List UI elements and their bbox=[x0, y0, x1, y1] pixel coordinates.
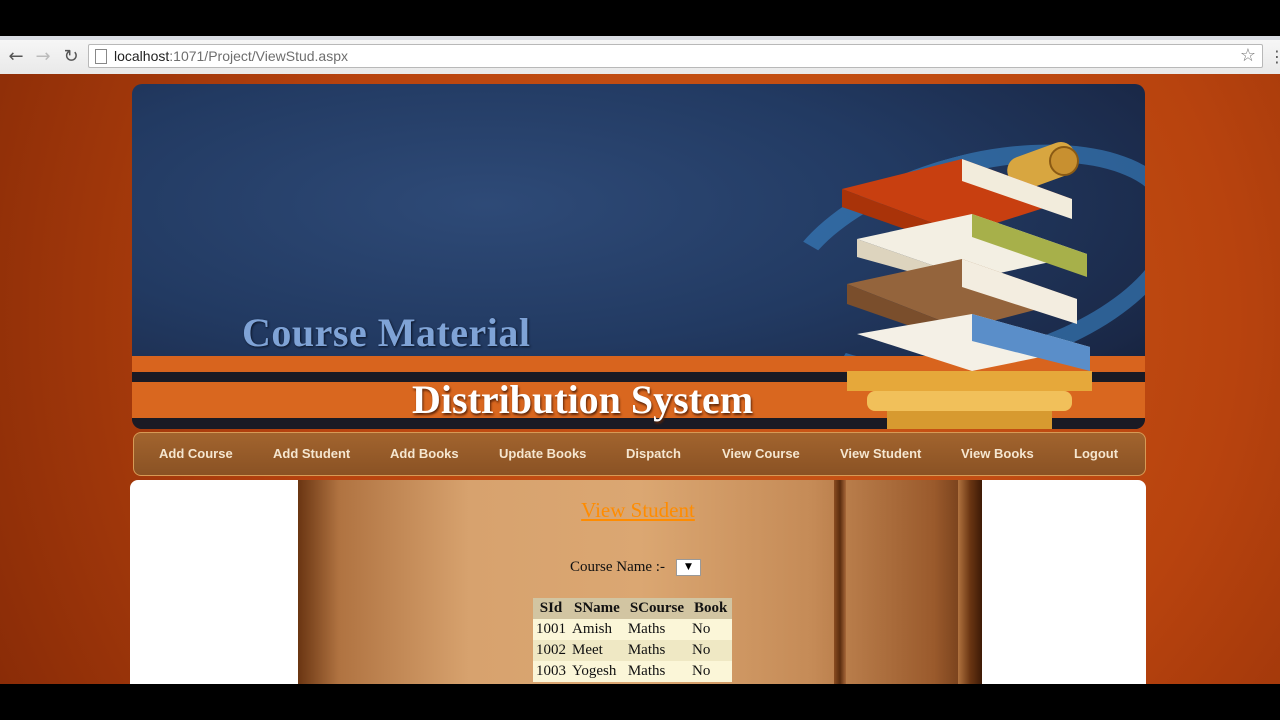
site-banner: Course Material Distribution System bbox=[132, 84, 1145, 429]
url-host: localhost bbox=[114, 48, 170, 64]
back-arrow-icon[interactable]: ← bbox=[5, 46, 27, 68]
table-cell: 1002 bbox=[533, 640, 569, 661]
menu-view-course[interactable]: View Course bbox=[722, 446, 800, 461]
address-bar[interactable]: localhost:1071/Project/ViewStud.aspx ☆ bbox=[88, 44, 1263, 68]
column-header: SCourse bbox=[624, 598, 689, 619]
bookmark-star-icon[interactable]: ☆ bbox=[1240, 45, 1256, 66]
book-stack-illustration bbox=[842, 141, 1092, 429]
forward-arrow-icon[interactable]: → bbox=[32, 46, 54, 68]
table-row: 1001 Amish Maths No bbox=[533, 619, 733, 640]
menu-add-student[interactable]: Add Student bbox=[273, 446, 350, 461]
table-cell: Maths bbox=[624, 619, 689, 640]
menu-view-books[interactable]: View Books bbox=[961, 446, 1034, 461]
browser-menu-icon[interactable]: ⋮ bbox=[1269, 47, 1280, 66]
table-cell: Meet bbox=[569, 640, 625, 661]
column-header: Book bbox=[689, 598, 733, 619]
course-name-dropdown[interactable]: ▼ bbox=[676, 559, 701, 576]
window-bottom-bar bbox=[0, 684, 1280, 720]
table-cell: Maths bbox=[624, 661, 689, 682]
table-row: 1002 Meet Maths No bbox=[533, 640, 733, 661]
table-cell: No bbox=[689, 640, 733, 661]
menu-dispatch[interactable]: Dispatch bbox=[626, 446, 681, 461]
menu-logout[interactable]: Logout bbox=[1074, 446, 1118, 461]
chevron-down-icon: ▼ bbox=[685, 562, 692, 572]
content-panel: View Student Course Name :- ▼ SId SName … bbox=[130, 480, 1146, 684]
url-path: :1071/Project/ViewStud.aspx bbox=[169, 48, 349, 64]
banner-title-line2: Distribution System bbox=[412, 377, 754, 422]
table-row: 1003 Yogesh Maths No bbox=[533, 661, 733, 682]
table-cell: Maths bbox=[624, 640, 689, 661]
page-title[interactable]: View Student bbox=[130, 498, 1146, 523]
menu-add-books[interactable]: Add Books bbox=[390, 446, 459, 461]
table-cell: 1003 bbox=[533, 661, 569, 682]
table-cell: Yogesh bbox=[569, 661, 625, 682]
column-header: SName bbox=[569, 598, 625, 619]
url-text: localhost:1071/Project/ViewStud.aspx bbox=[114, 48, 348, 64]
table-cell: Amish bbox=[569, 619, 625, 640]
reload-icon[interactable]: ↻ bbox=[60, 46, 82, 68]
column-header: SId bbox=[533, 598, 569, 619]
course-name-label: Course Name :- bbox=[570, 559, 665, 575]
banner-title-line1: Course Material bbox=[242, 310, 531, 355]
menu-update-books[interactable]: Update Books bbox=[499, 446, 586, 461]
window-top-bar bbox=[0, 0, 1280, 36]
table-cell: No bbox=[689, 619, 733, 640]
table-cell: 1001 bbox=[533, 619, 569, 640]
page-icon bbox=[95, 49, 107, 64]
table-header-row: SId SName SCourse Book bbox=[533, 598, 733, 619]
students-table: SId SName SCourse Book 1001 Amish Maths … bbox=[533, 598, 733, 682]
main-menu-bar: Add Course Add Student Add Books Update … bbox=[133, 432, 1146, 476]
menu-add-course[interactable]: Add Course bbox=[159, 446, 233, 461]
page-viewport: Course Material Distribution System Add … bbox=[0, 74, 1280, 684]
table-cell: No bbox=[689, 661, 733, 682]
menu-view-student[interactable]: View Student bbox=[840, 446, 921, 461]
browser-toolbar: ← → ↻ localhost:1071/Project/ViewStud.as… bbox=[0, 40, 1280, 75]
